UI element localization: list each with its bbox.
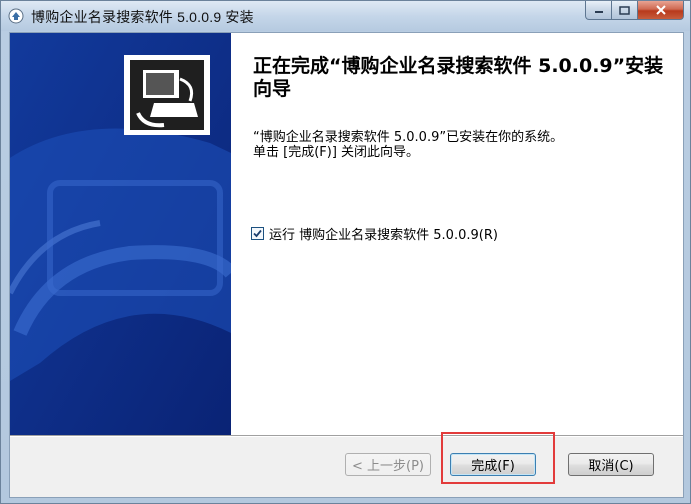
installer-window: 博购企业名录搜索软件 5.0.0.9 安装 正在完成“博购企业名录搜索软件 5.… xyxy=(0,0,691,504)
close-button[interactable] xyxy=(638,1,684,20)
wizard-description: “博购企业名录搜索软件 5.0.0.9”已安装在你的系统。 单击 [完成(F)]… xyxy=(253,130,653,160)
back-button[interactable]: < 上一步(P) xyxy=(345,453,431,476)
wizard-content: 正在完成“博购企业名录搜索软件 5.0.0.9”安装向导 “博购企业名录搜索软件… xyxy=(231,33,683,435)
installed-message: “博购企业名录搜索软件 5.0.0.9”已安装在你的系统。 xyxy=(253,130,564,145)
title-bar[interactable]: 博购企业名录搜索软件 5.0.0.9 安装 xyxy=(1,1,690,31)
window-controls xyxy=(585,1,684,21)
close-icon xyxy=(655,5,666,15)
installer-icon xyxy=(8,8,24,24)
finish-instruction: 单击 [完成(F)] 关闭此向导。 xyxy=(253,145,420,160)
run-app-checkbox[interactable] xyxy=(251,227,264,240)
button-bar-divider xyxy=(10,435,683,437)
minimize-button[interactable] xyxy=(585,1,612,20)
wizard-client-area: 正在完成“博购企业名录搜索软件 5.0.0.9”安装向导 “博购企业名录搜索软件… xyxy=(9,32,684,498)
window-title: 博购企业名录搜索软件 5.0.0.9 安装 xyxy=(31,9,254,25)
computer-setup-icon xyxy=(130,60,204,130)
finish-button-highlight xyxy=(441,432,555,484)
minimize-icon xyxy=(594,11,603,13)
run-app-option[interactable]: 运行 博购企业名录搜索软件 5.0.0.9(R) xyxy=(251,224,498,243)
wizard-heading: 正在完成“博购企业名录搜索软件 5.0.0.9”安装向导 xyxy=(253,55,664,100)
maximize-icon xyxy=(619,5,630,15)
checkmark-icon xyxy=(253,229,262,238)
setup-logo xyxy=(124,55,210,135)
cancel-button[interactable]: 取消(C) xyxy=(568,453,654,476)
run-app-label[interactable]: 运行 博购企业名录搜索软件 5.0.0.9(R) xyxy=(269,224,498,243)
wizard-side-banner xyxy=(10,33,231,435)
maximize-button[interactable] xyxy=(612,1,638,20)
